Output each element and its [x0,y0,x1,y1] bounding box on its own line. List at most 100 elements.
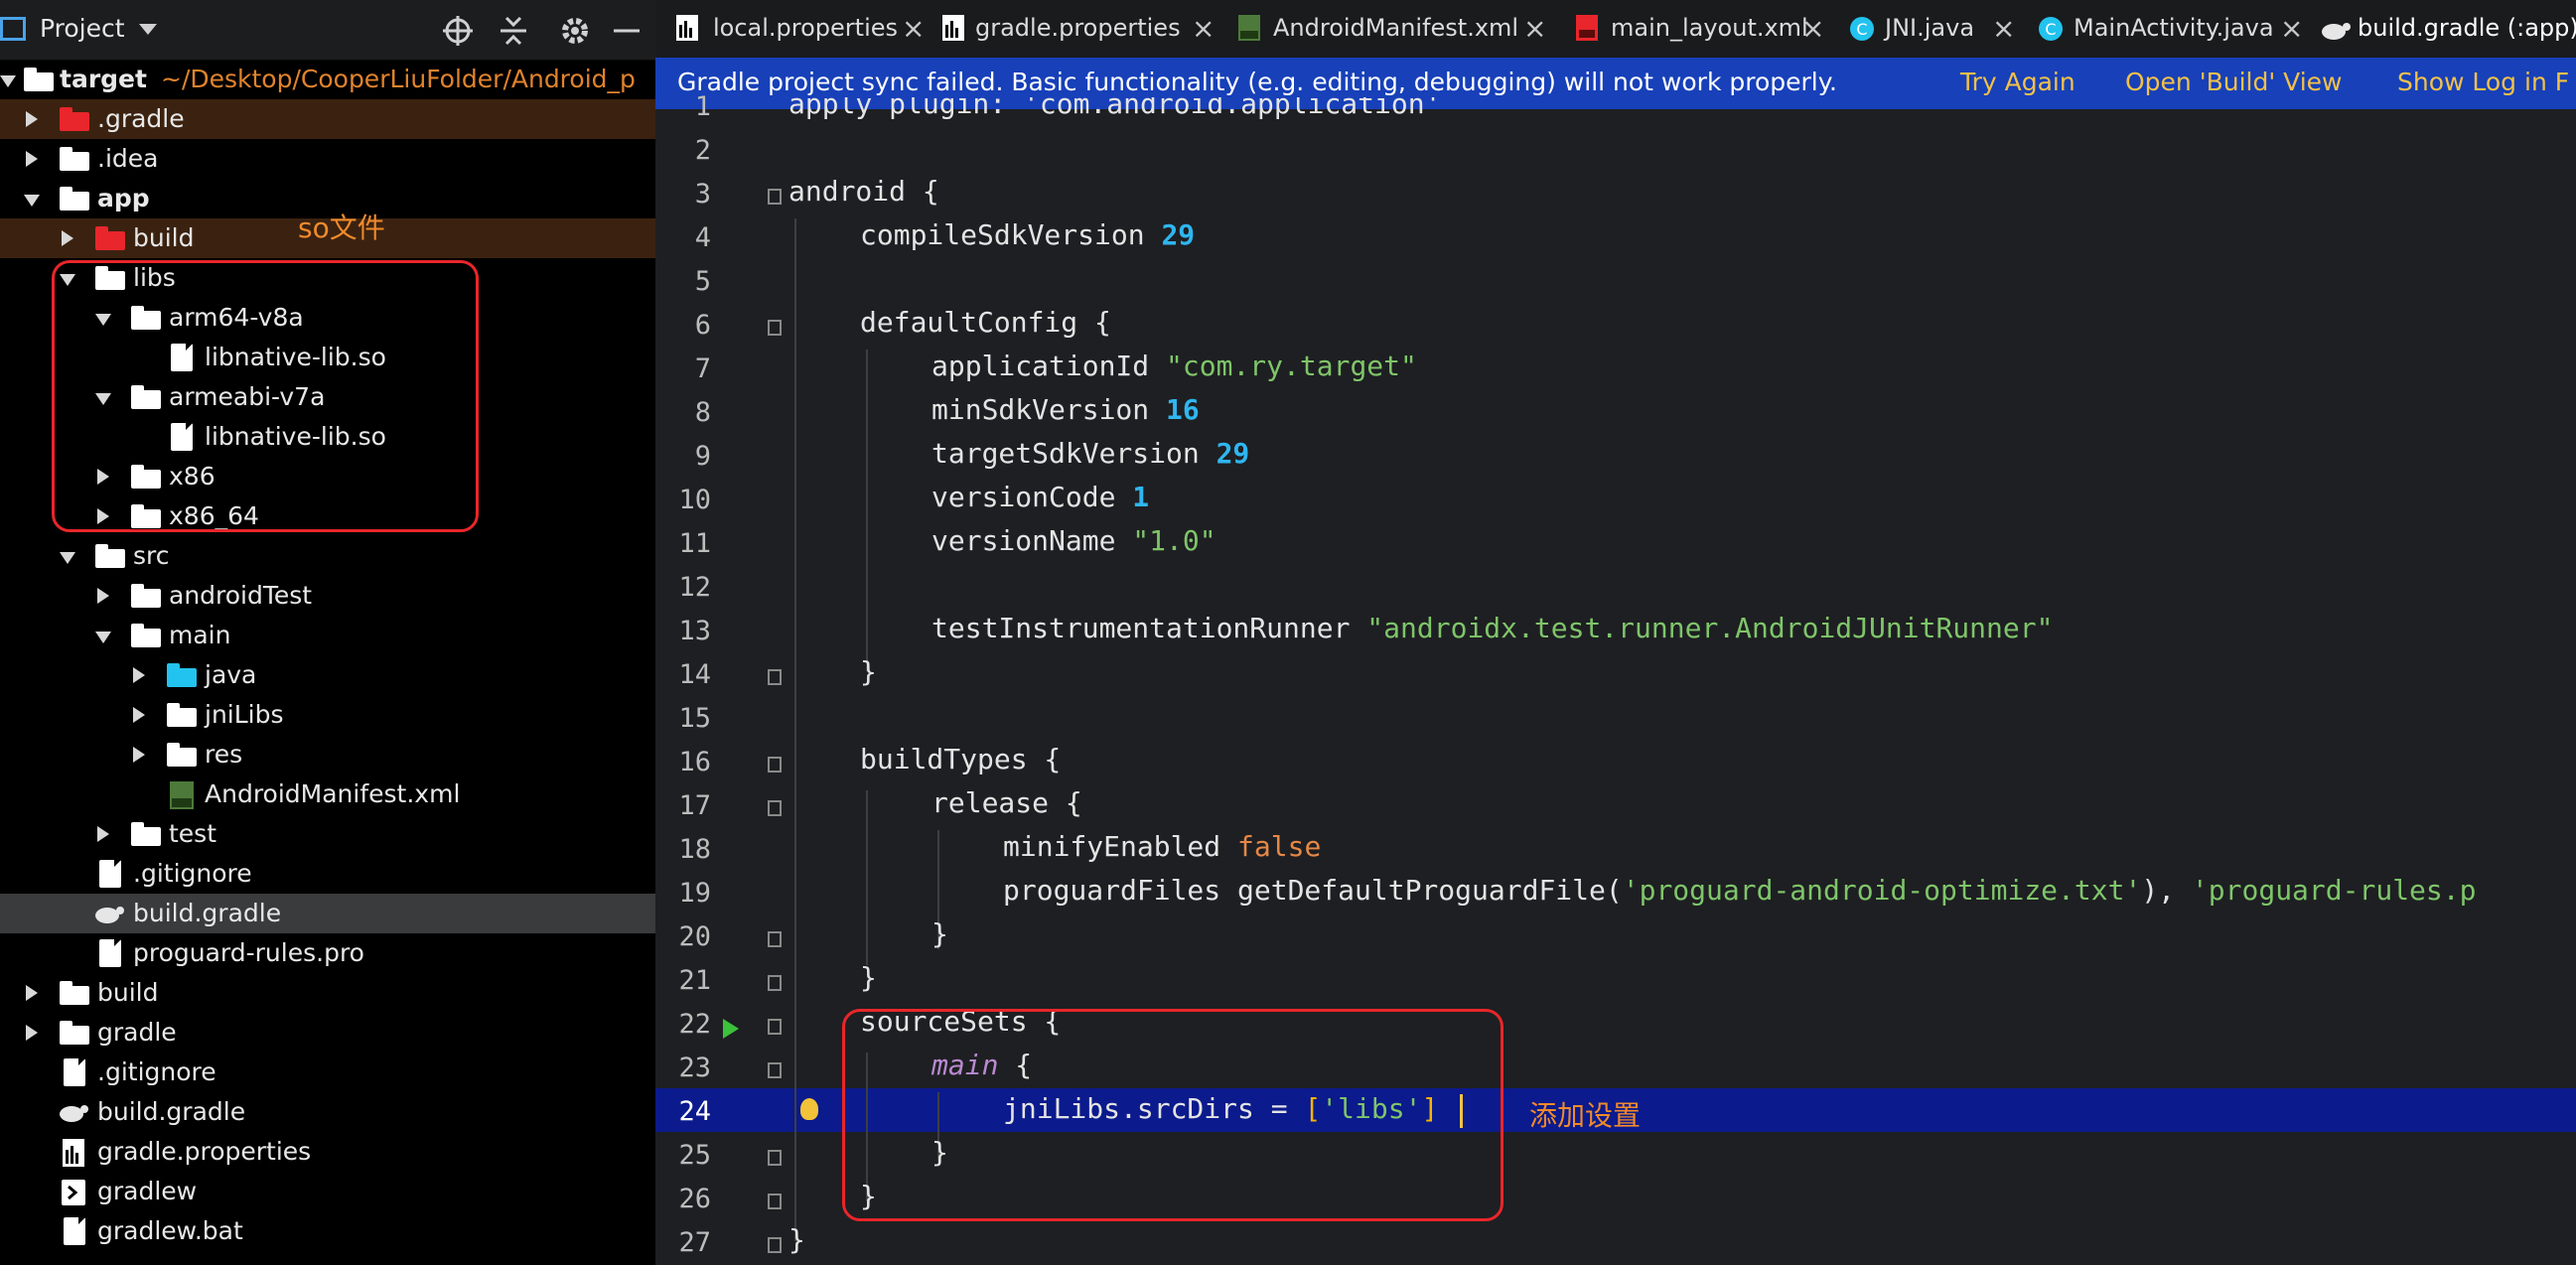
code-line-8[interactable]: minSdkVersion 16 [931,393,1200,426]
tree-item-main-folder[interactable]: main [0,616,655,655]
gear-icon[interactable] [558,14,592,48]
fold-icon[interactable] [768,931,782,947]
expand-arrow-icon[interactable] [95,632,111,643]
tree-item-root-gitignore[interactable]: .gitignore [0,1053,655,1092]
fold-icon[interactable] [768,975,782,991]
fold-icon[interactable] [768,189,782,205]
view-dropdown-chevron-icon[interactable] [139,24,157,35]
expand-arrow-icon[interactable] [133,707,145,723]
expand-arrow-icon[interactable] [0,75,16,87]
code-line-11[interactable]: versionName "1.0" [931,524,1216,557]
open-build-view-link[interactable]: Open 'Build' View [2125,68,2343,96]
close-icon[interactable]: × [902,12,925,45]
tree-item-test-folder[interactable]: test [0,814,655,854]
project-panel-title[interactable]: Project [40,14,125,43]
code-line-10[interactable]: versionCode 1 [931,481,1149,513]
code-line-3[interactable]: android { [788,175,939,208]
lightbulb-icon[interactable] [800,1098,818,1120]
line-number: 25 [678,1140,711,1171]
tree-item-label: proguard-rules.pro [133,938,364,967]
tab-gradle-properties[interactable]: gradle.properties × [930,0,1223,58]
fold-icon[interactable] [768,1019,782,1035]
tree-item-gradlew[interactable]: gradlew [0,1172,655,1211]
fold-icon[interactable] [768,1062,782,1078]
line-number: 2 [694,135,711,166]
tree-item-manifest-file[interactable]: AndroidManifest.xml [0,774,655,814]
tree-item-res-folder[interactable]: res [0,735,655,774]
folder-icon [95,544,125,568]
tree-item-gradlew-bat[interactable]: gradlew.bat [0,1211,655,1251]
tree-item-jnilibs-folder[interactable]: jniLibs [0,695,655,735]
tree-item-java-folder[interactable]: java [0,655,655,695]
line-number: 1 [694,91,711,122]
close-icon[interactable]: × [1192,12,1215,45]
close-icon[interactable]: × [1801,12,1824,45]
tab-local-properties[interactable]: local.properties × [655,0,930,58]
tab-build-gradle-app[interactable]: build.gradle (:app) [2310,0,2576,62]
properties-file-icon [63,1139,84,1167]
expand-arrow-icon[interactable] [24,195,40,207]
tree-item-idea-folder[interactable]: .idea [0,139,655,179]
expand-arrow-icon[interactable] [133,667,145,683]
code-line-19[interactable]: proguardFiles getDefaultProguardFile('pr… [1003,874,2476,907]
fold-icon[interactable] [768,320,782,336]
code-line-17[interactable]: release { [931,786,1082,819]
code-line-16[interactable]: buildTypes { [860,743,1061,775]
code-line-14[interactable]: } [860,655,877,688]
tree-item-proguard-file[interactable]: proguard-rules.pro [0,933,655,973]
close-icon[interactable]: × [2280,12,2303,45]
expand-arrow-icon[interactable] [60,552,75,564]
close-icon[interactable]: × [1992,12,2015,45]
expand-arrow-icon[interactable] [26,1025,38,1041]
minimize-icon[interactable] [610,14,644,48]
code-line-13[interactable]: testInstrumentationRunner "androidx.test… [931,612,2053,644]
tab-label: main_layout.xml [1611,14,1808,42]
code-line-7[interactable]: applicationId "com.ry.target" [931,350,1417,382]
expand-arrow-icon[interactable] [26,111,38,127]
tab-label: gradle.properties [975,14,1181,42]
close-icon[interactable]: × [1523,12,1546,45]
fold-icon[interactable] [768,1150,782,1166]
tab-main-activity[interactable]: C MainActivity.java × [2022,0,2310,58]
fold-icon[interactable] [768,1237,782,1253]
code-line-18[interactable]: minifyEnabled false [1003,830,1321,863]
tree-item-root-build-folder[interactable]: build [0,973,655,1013]
code-line-9[interactable]: targetSdkVersion 29 [931,437,1249,470]
expand-arrow-icon[interactable] [97,588,109,604]
code-line-4[interactable]: compileSdkVersion 29 [860,218,1195,251]
tab-android-manifest[interactable]: AndroidManifest.xml × [1223,0,1555,58]
locate-file-icon[interactable] [441,14,475,48]
fold-icon[interactable] [768,800,782,816]
code-line-6[interactable]: defaultConfig { [860,306,1111,339]
tree-item-src-folder[interactable]: src [0,536,655,576]
expand-arrow-icon[interactable] [97,826,109,842]
try-again-link[interactable]: Try Again [1960,68,2075,96]
tree-item-gitignore-file[interactable]: .gitignore [0,854,655,894]
fold-icon[interactable] [768,757,782,773]
collapse-all-icon[interactable] [497,14,530,48]
expand-arrow-icon[interactable] [62,230,73,246]
line-number: 27 [678,1227,711,1258]
expand-arrow-icon[interactable] [26,151,38,167]
tree-item-root-build-gradle[interactable]: build.gradle [0,1092,655,1132]
code-line-27[interactable]: } [788,1223,805,1256]
tab-jni-java[interactable]: C JNI.java × [1833,0,2022,58]
tree-item-gradle-properties[interactable]: gradle.properties [0,1132,655,1172]
code-line-20[interactable]: } [931,917,948,950]
expand-arrow-icon[interactable] [26,985,38,1001]
code-line-21[interactable]: } [860,961,877,994]
fold-icon[interactable] [768,669,782,685]
run-gutter-icon[interactable] [723,1019,739,1039]
code-number: 1 [1132,481,1150,513]
show-log-link[interactable]: Show Log in F [2397,68,2569,96]
line-number: 9 [694,441,711,472]
tab-main-layout[interactable]: main_layout.xml × [1555,0,1833,58]
tree-item-root[interactable]: target ~/Desktop/CooperLiuFolder/Android… [0,60,655,99]
fold-icon[interactable] [768,1194,782,1209]
tree-item-gradle-folder[interactable]: .gradle [0,99,655,139]
code-number: 29 [1161,218,1196,251]
tree-item-gradle-dir[interactable]: gradle [0,1013,655,1053]
tree-item-app-build-gradle[interactable]: build.gradle [0,894,655,933]
expand-arrow-icon[interactable] [133,747,145,763]
tree-item-androidtest-folder[interactable]: androidTest [0,576,655,616]
